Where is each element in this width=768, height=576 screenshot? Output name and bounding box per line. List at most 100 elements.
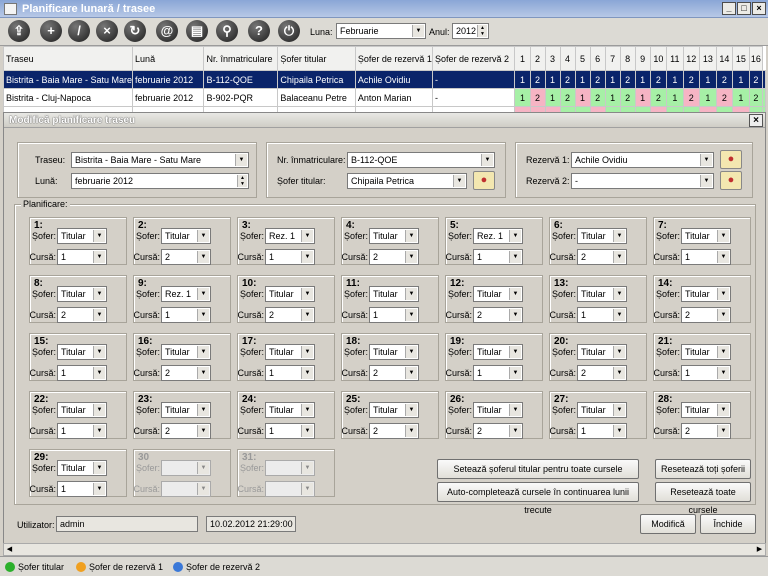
day-cursa-select[interactable]: 2 ▼ bbox=[265, 307, 315, 323]
luna-select[interactable]: Februarie ▼ bbox=[336, 23, 426, 39]
day-column-header[interactable]: 3 bbox=[544, 46, 561, 71]
day-column-header[interactable]: 15 bbox=[732, 46, 750, 71]
reset-drivers-button[interactable]: Resetează toți șoferii bbox=[655, 459, 751, 479]
day-cursa-select[interactable]: 1 ▼ bbox=[681, 249, 731, 265]
autocomplete-button[interactable]: Auto-completează cursele în continuarea … bbox=[437, 482, 639, 515]
day-sofer-select[interactable]: Titular ▼ bbox=[369, 228, 419, 244]
sofer-titular-select[interactable]: Chipaila Petrica ▼ bbox=[347, 173, 467, 189]
day-sofer-select[interactable]: Titular ▼ bbox=[681, 286, 731, 302]
people-icon[interactable]: ● bbox=[720, 150, 742, 169]
help-icon[interactable]: ? bbox=[248, 20, 270, 42]
day-sofer-select[interactable]: Titular ▼ bbox=[681, 228, 731, 244]
minimize-icon[interactable]: _ bbox=[722, 2, 736, 15]
search-icon[interactable]: ⚲ bbox=[216, 20, 238, 42]
day-column-header[interactable]: 4 bbox=[559, 46, 576, 71]
day-cursa-select[interactable]: 1 ▼ bbox=[161, 307, 211, 323]
day-sofer-select[interactable]: Titular ▼ bbox=[265, 286, 315, 302]
table-row[interactable]: Bistrita - Cluj-Napoca februarie 2012 B-90… bbox=[3, 88, 766, 107]
day-cursa-select[interactable]: 2 ▼ bbox=[681, 423, 731, 439]
column-header[interactable]: Șofer de rezervă 1 bbox=[354, 46, 433, 71]
day-cursa-select[interactable]: 2 ▼ bbox=[369, 365, 419, 381]
day-cursa-select[interactable]: 2 ▼ bbox=[473, 307, 523, 323]
set-titular-all-button[interactable]: Setează șoferul titular pentru toate cur… bbox=[437, 459, 639, 479]
modifica-button[interactable]: Modifică bbox=[640, 514, 696, 534]
column-header[interactable]: Șofer titular bbox=[277, 46, 356, 71]
day-cursa-select[interactable]: 1 ▼ bbox=[57, 365, 107, 381]
maximize-icon[interactable]: □ bbox=[737, 2, 751, 15]
day-column-header[interactable]: 16 bbox=[748, 46, 764, 71]
column-header[interactable]: Șofer de rezervă 2 bbox=[431, 46, 516, 71]
day-sofer-select[interactable]: Titular ▼ bbox=[577, 344, 627, 360]
day-cursa-select[interactable]: 2 ▼ bbox=[577, 365, 627, 381]
power-icon[interactable]: ⏻ bbox=[278, 20, 300, 42]
day-sofer-select[interactable]: Titular ▼ bbox=[577, 286, 627, 302]
close-icon[interactable]: × bbox=[752, 2, 766, 15]
day-sofer-select[interactable]: Titular ▼ bbox=[57, 228, 107, 244]
day-column-header[interactable]: 5 bbox=[574, 46, 591, 71]
anul-spinner[interactable]: 2012 ▲ ▼ bbox=[452, 23, 489, 39]
day-cursa-select[interactable]: 2 ▼ bbox=[161, 249, 211, 265]
day-cursa-select[interactable]: 1 ▼ bbox=[265, 249, 315, 265]
day-cursa-select[interactable]: 1 ▼ bbox=[473, 249, 523, 265]
day-sofer-select[interactable]: Titular ▼ bbox=[681, 402, 731, 418]
day-sofer-select[interactable]: Titular ▼ bbox=[265, 402, 315, 418]
day-cursa-select[interactable]: 1 ▼ bbox=[265, 423, 315, 439]
day-cursa-select[interactable]: 1 ▼ bbox=[265, 365, 315, 381]
day-sofer-select[interactable]: Titular ▼ bbox=[57, 402, 107, 418]
column-header[interactable]: Lună bbox=[132, 46, 205, 71]
day-sofer-select[interactable]: Titular ▼ bbox=[473, 286, 523, 302]
day-cursa-select[interactable]: 1 ▼ bbox=[577, 307, 627, 323]
day-cursa-select[interactable]: 2 ▼ bbox=[577, 249, 627, 265]
day-column-header[interactable]: 9 bbox=[634, 46, 651, 71]
day-column-header[interactable]: 8 bbox=[619, 46, 636, 71]
day-cursa-select[interactable]: 1 ▼ bbox=[473, 365, 523, 381]
day-cursa-select[interactable]: 1 ▼ bbox=[57, 423, 107, 439]
edit-icon[interactable]: / bbox=[68, 20, 90, 42]
reset-courses-button[interactable]: Resetează toate cursele bbox=[655, 482, 751, 515]
day-cursa-select[interactable]: 1 ▼ bbox=[369, 307, 419, 323]
day-sofer-select[interactable]: Titular ▼ bbox=[57, 344, 107, 360]
day-cursa-select[interactable]: 2 ▼ bbox=[57, 307, 107, 323]
planning-grid[interactable]: Traseu Lună Nr. înmatriculare Șofer titular… bbox=[3, 46, 766, 116]
day-sofer-select[interactable]: Rez. 1 ▼ bbox=[265, 228, 315, 244]
day-sofer-select[interactable]: Titular ▼ bbox=[473, 402, 523, 418]
day-sofer-select[interactable]: Rez. 1 ▼ bbox=[161, 286, 211, 302]
rez2-select[interactable]: - ▼ bbox=[571, 173, 714, 189]
luna-spinner[interactable]: februarie 2012 ▲ ▼ bbox=[71, 173, 249, 189]
day-column-header[interactable]: 11 bbox=[666, 46, 684, 71]
day-cursa-select[interactable]: 2 ▼ bbox=[369, 423, 419, 439]
print-icon[interactable]: ▤ bbox=[186, 20, 208, 42]
day-sofer-select[interactable]: Titular ▼ bbox=[265, 344, 315, 360]
day-column-header[interactable]: 13 bbox=[699, 46, 717, 71]
day-cursa-select[interactable]: 1 ▼ bbox=[57, 249, 107, 265]
day-sofer-select[interactable]: Titular ▼ bbox=[577, 228, 627, 244]
rez1-select[interactable]: Achile Ovidiu ▼ bbox=[571, 152, 714, 168]
add-icon[interactable]: + bbox=[40, 20, 62, 42]
day-sofer-select[interactable]: Rez. 1 ▼ bbox=[473, 228, 523, 244]
scroll-left-icon[interactable]: ◀ bbox=[4, 544, 15, 555]
day-cursa-select[interactable]: 2 ▼ bbox=[161, 365, 211, 381]
day-sofer-select[interactable]: Titular ▼ bbox=[369, 402, 419, 418]
day-sofer-select[interactable]: Titular ▼ bbox=[681, 344, 731, 360]
day-sofer-select[interactable]: Titular ▼ bbox=[161, 228, 211, 244]
day-cursa-select[interactable]: 2 ▼ bbox=[161, 423, 211, 439]
day-column-header[interactable]: 1 bbox=[514, 46, 531, 71]
column-header[interactable]: Nr. înmatriculare bbox=[203, 46, 279, 71]
day-sofer-select[interactable]: Titular ▼ bbox=[473, 344, 523, 360]
day-cursa-select[interactable]: 2 ▼ bbox=[473, 423, 523, 439]
day-column-header[interactable]: 2 bbox=[529, 46, 546, 71]
day-sofer-select[interactable]: Titular ▼ bbox=[369, 286, 419, 302]
day-sofer-select[interactable]: Titular ▼ bbox=[57, 286, 107, 302]
delete-icon[interactable]: × bbox=[96, 20, 118, 42]
day-sofer-select[interactable]: Titular ▼ bbox=[161, 402, 211, 418]
day-column-header[interactable]: 14 bbox=[715, 46, 734, 71]
day-column-header[interactable]: 12 bbox=[682, 46, 701, 71]
scroll-right-icon[interactable]: ▶ bbox=[754, 544, 765, 555]
day-column-header[interactable]: 10 bbox=[649, 46, 668, 71]
traseu-select[interactable]: Bistrita - Baia Mare - Satu Mare ▼ bbox=[71, 152, 249, 168]
refresh-icon[interactable]: ↻ bbox=[124, 20, 146, 42]
horizontal-scrollbar[interactable]: ◀ ▶ bbox=[3, 543, 766, 556]
people-icon[interactable]: ● bbox=[473, 171, 495, 190]
dialog-close-icon[interactable]: × bbox=[749, 114, 763, 127]
inchide-button[interactable]: Închide bbox=[700, 514, 756, 534]
